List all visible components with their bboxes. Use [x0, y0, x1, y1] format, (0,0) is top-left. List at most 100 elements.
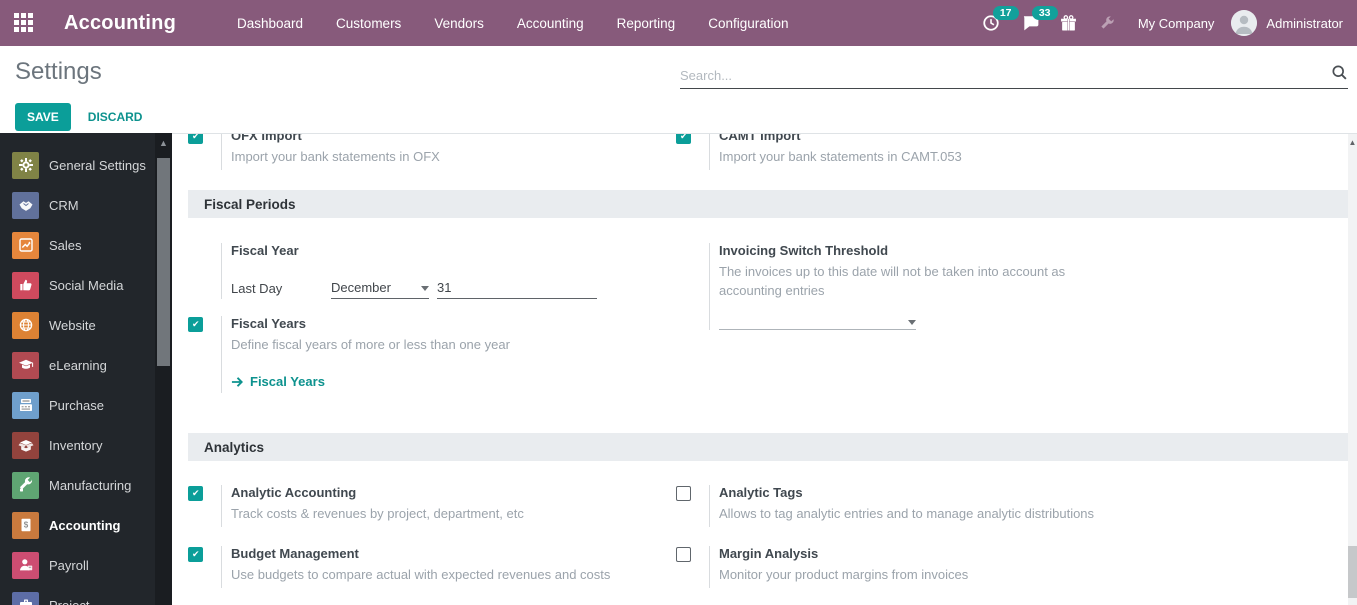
setting-title: Fiscal Years: [231, 316, 306, 331]
app-title[interactable]: Accounting: [64, 12, 176, 35]
setting-description: Use budgets to compare actual with expec…: [231, 567, 611, 582]
fiscal-years-checkbox[interactable]: [188, 317, 203, 332]
setting-ofx-import: OFX Import Import your bank statements i…: [188, 133, 660, 170]
cash-register-icon: [12, 391, 39, 419]
menu-reporting[interactable]: Reporting: [611, 10, 682, 37]
setting-title: Budget Management: [231, 546, 359, 561]
sidebar-item-sales[interactable]: Sales: [0, 225, 155, 265]
control-panel: Settings SAVE DISCARD: [0, 46, 1357, 133]
content-scrollbar[interactable]: ▲: [1348, 134, 1357, 605]
sidebar-item-label: eLearning: [49, 357, 107, 373]
search-icon[interactable]: [1331, 64, 1348, 86]
sidebar-item-accounting[interactable]: $ Accounting: [0, 505, 155, 545]
budget-management-checkbox[interactable]: [188, 547, 203, 562]
setting-fiscal-years: Fiscal Years Define fiscal years of more…: [188, 316, 660, 393]
messages-icon[interactable]: 33: [1021, 6, 1058, 33]
sidebar-item-social-media[interactable]: Social Media: [0, 265, 155, 305]
setting-title: Margin Analysis: [719, 546, 819, 561]
setting-description: The invoices up to this date will not be…: [719, 264, 1066, 298]
globe-icon: [12, 311, 39, 339]
search-input[interactable]: [680, 67, 1331, 83]
sidebar-scrollbar-thumb[interactable]: [157, 158, 170, 366]
fiscal-month-select[interactable]: December: [331, 280, 429, 299]
setting-description: Track costs & revenues by project, depar…: [231, 506, 524, 521]
content-scrollbar-thumb[interactable]: [1348, 546, 1357, 598]
company-switcher[interactable]: My Company: [1138, 16, 1215, 31]
invoicing-threshold-group: Invoicing Switch Threshold The invoices …: [676, 243, 1348, 330]
setting-description: Define fiscal years of more or less than…: [231, 337, 510, 352]
setting-title: Invoicing Switch Threshold: [719, 243, 889, 258]
settings-content: OFX Import Import your bank statements i…: [172, 133, 1357, 605]
menu-vendors[interactable]: Vendors: [428, 10, 490, 37]
sidebar-item-label: Inventory: [49, 437, 103, 453]
user-menu[interactable]: Administrator: [1266, 16, 1343, 31]
setting-title: CAMT Import: [719, 133, 801, 143]
sidebar-item-label: Sales: [49, 237, 82, 253]
setting-description: Import your bank statements in CAMT.053: [719, 149, 962, 164]
setting-description: Import your bank statements in OFX: [231, 149, 440, 164]
activity-clock-icon[interactable]: 17: [982, 6, 1019, 33]
scroll-up-icon[interactable]: ▲: [1348, 134, 1357, 147]
sidebar-item-project[interactable]: Project: [0, 585, 155, 605]
gift-icon[interactable]: [1060, 13, 1082, 33]
fiscal-day-input[interactable]: 31: [437, 280, 597, 299]
employee-icon: [12, 551, 39, 579]
sidebar-item-label: CRM: [49, 197, 79, 213]
sidebar-item-elearning[interactable]: eLearning: [0, 345, 155, 385]
setting-description: Allows to tag analytic entries and to ma…: [719, 506, 1095, 521]
discard-button[interactable]: DISCARD: [88, 110, 143, 124]
sidebar-item-manufacturing[interactable]: Manufacturing: [0, 465, 155, 505]
sidebar-item-payroll[interactable]: Payroll: [0, 545, 155, 585]
last-day-label: Last Day: [231, 281, 283, 296]
ofx-import-checkbox[interactable]: [188, 134, 203, 144]
setting-title: Analytic Tags: [719, 485, 803, 500]
fiscal-year-title: Fiscal Year: [231, 243, 299, 258]
main-menu: Dashboard Customers Vendors Accounting R…: [231, 10, 795, 37]
camt-import-checkbox[interactable]: [676, 134, 691, 144]
setting-margin-analysis: Margin Analysis Monitor your product mar…: [676, 546, 1348, 588]
menu-configuration[interactable]: Configuration: [702, 10, 794, 37]
sidebar-item-label: Accounting: [49, 517, 121, 533]
sidebar-item-label: Website: [49, 317, 96, 333]
page-title: Settings: [15, 58, 102, 85]
margin-analysis-checkbox[interactable]: [676, 547, 691, 562]
gear-icon: [12, 151, 39, 179]
sidebar-item-label: Project: [49, 597, 90, 605]
save-button[interactable]: SAVE: [15, 103, 71, 131]
sidebar-item-general-settings[interactable]: General Settings: [0, 145, 155, 185]
menu-customers[interactable]: Customers: [330, 10, 407, 37]
analytic-accounting-checkbox[interactable]: [188, 486, 203, 501]
setting-description: Monitor your product margins from invoic…: [719, 567, 969, 582]
handshake-icon: [12, 191, 39, 219]
tools-icon[interactable]: [1099, 13, 1121, 33]
sidebar-item-inventory[interactable]: Inventory: [0, 425, 155, 465]
sidebar-item-website[interactable]: Website: [0, 305, 155, 345]
setting-analytic-tags: Analytic Tags Allows to tag analytic ent…: [676, 485, 1348, 527]
setting-title: OFX Import: [231, 133, 302, 143]
thumb-up-icon: [12, 271, 39, 299]
threshold-date-input[interactable]: [719, 308, 916, 330]
messages-badge: 33: [1031, 6, 1058, 20]
setting-camt-import: CAMT Import Import your bank statements …: [676, 133, 1348, 170]
scroll-up-icon[interactable]: ▲: [155, 133, 172, 148]
apps-menu-icon[interactable]: [14, 13, 34, 33]
briefcase-icon: [12, 591, 39, 605]
fiscal-years-link[interactable]: Fiscal Years: [231, 374, 660, 389]
search-box: [680, 62, 1348, 89]
invoice-icon: $: [12, 511, 39, 539]
sidebar-item-crm[interactable]: CRM: [0, 185, 155, 225]
menu-dashboard[interactable]: Dashboard: [231, 10, 309, 37]
menu-accounting[interactable]: Accounting: [511, 10, 590, 37]
sidebar-item-label: Purchase: [49, 397, 104, 413]
analytic-tags-checkbox[interactable]: [676, 486, 691, 501]
arrow-right-icon: [231, 376, 243, 387]
activity-badge: 17: [992, 6, 1019, 20]
wrench-icon: [12, 471, 39, 499]
chevron-down-icon: [421, 286, 429, 291]
sidebar-item-label: Social Media: [49, 277, 124, 293]
sidebar-item-purchase[interactable]: Purchase: [0, 385, 155, 425]
sidebar-scrollbar[interactable]: ▲: [155, 133, 172, 605]
graduation-cap-icon: [12, 351, 39, 379]
svg-text:$: $: [23, 521, 28, 530]
user-avatar[interactable]: [1231, 10, 1258, 36]
